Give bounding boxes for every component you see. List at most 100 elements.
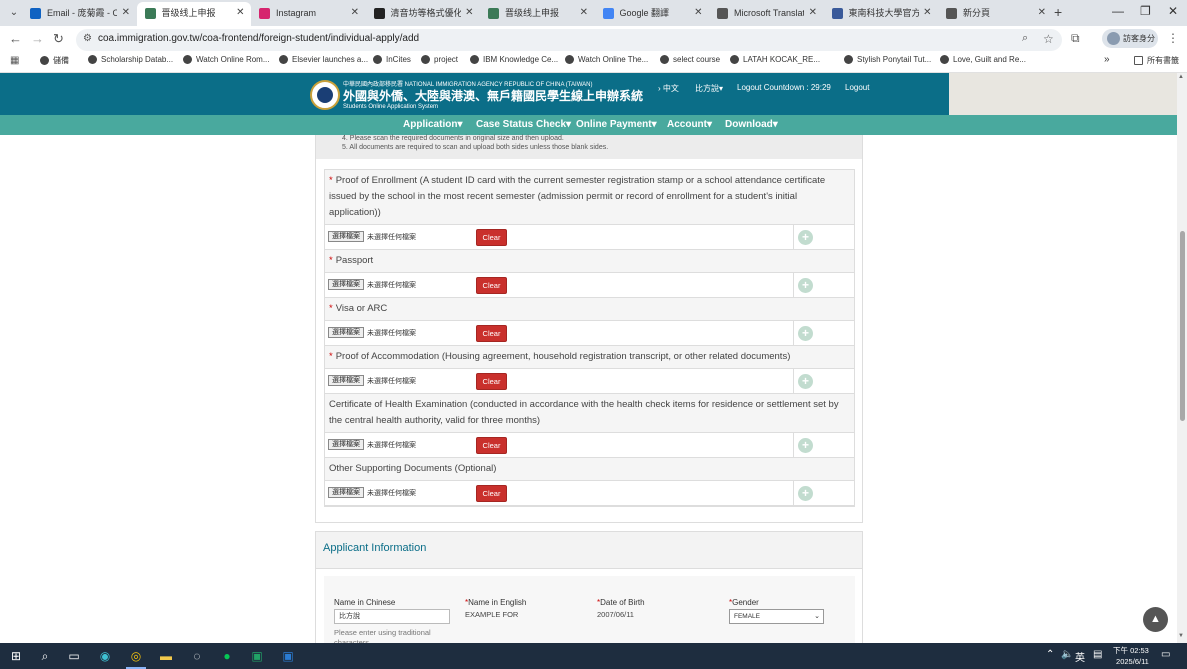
scroll-down-icon[interactable]: ▼ (1178, 633, 1184, 639)
address-bar[interactable]: ⚙ coa.immigration.gov.tw/coa-frontend/fo… (76, 29, 1062, 51)
windows-start-icon[interactable]: ⊞ (8, 648, 24, 664)
tab-close-icon[interactable]: ✕ (809, 2, 817, 24)
task-view-icon[interactable]: ▭ (66, 648, 82, 664)
maximize-icon[interactable]: ❐ (1140, 4, 1151, 18)
clear-button[interactable]: Clear (476, 277, 507, 294)
nav-online-payment[interactable]: Online Payment▾ (576, 119, 657, 130)
forward-icon[interactable]: → (31, 31, 44, 46)
browser-tab[interactable]: Instagram ✕ (251, 2, 365, 24)
logout-link[interactable]: Logout (845, 83, 869, 92)
clear-button[interactable]: Clear (476, 325, 507, 342)
chrome-icon[interactable]: ◎ (128, 648, 144, 664)
back-icon[interactable]: ← (9, 31, 22, 46)
ime-icon[interactable]: ▤ (1093, 649, 1102, 660)
scroll-to-top-button[interactable]: ▲ (1143, 607, 1168, 632)
user-menu[interactable]: 比方說▾ (695, 83, 723, 94)
tab-close-icon[interactable]: ✕ (1038, 2, 1046, 24)
bookmark-item[interactable]: Love, Guilt and Re... (940, 55, 1026, 65)
tab-close-icon[interactable]: ✕ (580, 2, 588, 24)
browser-tab[interactable]: 清音坊等格式優化 ✕ (366, 2, 480, 24)
browser-tab[interactable]: Email - 庞菊霞 - Outl ✕ (22, 2, 136, 24)
word-icon[interactable]: ▣ (280, 648, 296, 664)
nav-application[interactable]: Application▾ (403, 119, 462, 130)
browser-tab[interactable]: Microsoft Translato ✕ (709, 2, 823, 24)
scroll-up-icon[interactable]: ▲ (1178, 74, 1184, 80)
search-icon[interactable]: ⌕ (37, 648, 53, 664)
tray-chevron-icon[interactable]: ⌃ (1046, 649, 1054, 660)
reload-icon[interactable]: ↻ (53, 31, 64, 47)
volume-icon[interactable]: 🔈 (1061, 649, 1073, 660)
tab-close-icon[interactable]: ✕ (923, 2, 931, 24)
bookmarks-overflow-icon[interactable]: » (1104, 54, 1110, 65)
browser-tab[interactable]: 晋级线上申报 ✕ (136, 2, 251, 26)
tab-close-icon[interactable]: ✕ (122, 2, 130, 24)
system-clock[interactable]: 下午 02:53 2025/6/11 (1113, 645, 1149, 667)
choose-file-button[interactable]: 選擇檔案 (328, 439, 364, 450)
add-file-icon[interactable]: + (798, 486, 813, 501)
gender-select[interactable]: FEMALE ⌄ (729, 609, 824, 624)
browser-tab[interactable]: 新分頁 ✕ (938, 2, 1052, 24)
bookmark-item[interactable]: Scholarship Datab... (88, 55, 173, 65)
tab-close-icon[interactable]: ✕ (694, 2, 702, 24)
page-scrollbar[interactable]: ▲ ▼ (1177, 73, 1187, 643)
nav-case-status[interactable]: Case Status Check▾ (476, 119, 571, 130)
menu-icon[interactable]: ⋮ (1167, 31, 1179, 45)
choose-file-button[interactable]: 選擇檔案 (328, 375, 364, 386)
bookmark-item[interactable]: select course (660, 55, 720, 65)
scrollbar-thumb[interactable] (1180, 231, 1185, 421)
tab-close-icon[interactable]: ✕ (236, 2, 244, 24)
edge-icon[interactable]: ◉ (97, 648, 113, 664)
line-icon[interactable]: ● (219, 648, 235, 664)
new-tab-button[interactable]: + (1054, 4, 1062, 20)
choose-file-button[interactable]: 選擇檔案 (328, 487, 364, 498)
dob-label-text: Date of Birth (600, 598, 645, 607)
add-file-icon[interactable]: + (798, 438, 813, 453)
choose-file-button[interactable]: 選擇檔案 (328, 327, 364, 338)
bookmark-item[interactable]: Watch Online Rom... (183, 55, 270, 65)
extensions-icon[interactable]: ⧉ (1071, 31, 1080, 46)
bookmark-item[interactable]: Elsevier launches a... (279, 55, 368, 65)
tab-close-icon[interactable]: ✕ (465, 2, 473, 24)
browser-tab[interactable]: Google 翻譯 ✕ (595, 2, 709, 24)
add-file-icon[interactable]: + (798, 374, 813, 389)
choose-file-button[interactable]: 選擇檔案 (328, 279, 364, 290)
bookmark-item[interactable]: IBM Knowledge Ce... (470, 55, 558, 65)
add-file-icon[interactable]: + (798, 326, 813, 341)
excel-icon[interactable]: ▣ (249, 648, 265, 664)
bookmark-item[interactable]: Watch Online The... (565, 55, 648, 65)
bookmark-item[interactable]: LATAH KOCAK_RE... (730, 55, 820, 65)
file-status: 未選擇任何檔案 (367, 442, 416, 449)
bookmark-item[interactable]: 儲備 (40, 55, 69, 66)
bookmark-star-icon[interactable]: ☆ (1043, 32, 1054, 46)
all-bookmarks[interactable]: 所有書籤 (1134, 55, 1179, 66)
file-explorer-icon[interactable]: ▬ (158, 648, 174, 664)
clear-button[interactable]: Clear (476, 437, 507, 454)
minimize-icon[interactable]: — (1112, 4, 1124, 18)
name-chinese-input[interactable]: 比方說 (334, 609, 450, 624)
chat-icon[interactable]: ◌ (189, 648, 205, 664)
clear-button[interactable]: Clear (476, 373, 507, 390)
clear-button[interactable]: Clear (476, 485, 507, 502)
bookmark-item[interactable]: InCites (373, 55, 411, 65)
zoom-icon[interactable]: ⌕ (1022, 32, 1028, 45)
choose-file-button[interactable]: 選擇檔案 (328, 231, 364, 242)
language-label: 中文 (662, 84, 679, 93)
profile-button[interactable]: 訪客身分 (1102, 29, 1158, 48)
add-file-icon[interactable]: + (798, 230, 813, 245)
tab-close-icon[interactable]: ✕ (351, 2, 359, 24)
nav-download[interactable]: Download▾ (725, 119, 778, 130)
clear-button[interactable]: Clear (476, 229, 507, 246)
browser-tab[interactable]: 東南科技大學官方網 ✕ (824, 2, 938, 24)
input-language[interactable]: 英 (1075, 649, 1085, 664)
add-file-icon[interactable]: + (798, 278, 813, 293)
bookmark-item[interactable]: Stylish Ponytail Tut... (844, 55, 931, 65)
apps-grid-icon[interactable]: ▦ (10, 55, 19, 66)
close-window-icon[interactable]: ✕ (1168, 4, 1178, 18)
tab-search-icon[interactable]: ⌄ (6, 5, 22, 21)
notification-icon[interactable]: ▭ (1161, 649, 1170, 660)
browser-tab[interactable]: 晋级线上申报 ✕ (480, 2, 594, 24)
site-info-icon[interactable]: ⚙ (83, 33, 92, 44)
bookmark-item[interactable]: project (421, 55, 458, 65)
nav-account[interactable]: Account▾ (667, 119, 712, 130)
language-link[interactable]: › 中文 (658, 83, 679, 94)
